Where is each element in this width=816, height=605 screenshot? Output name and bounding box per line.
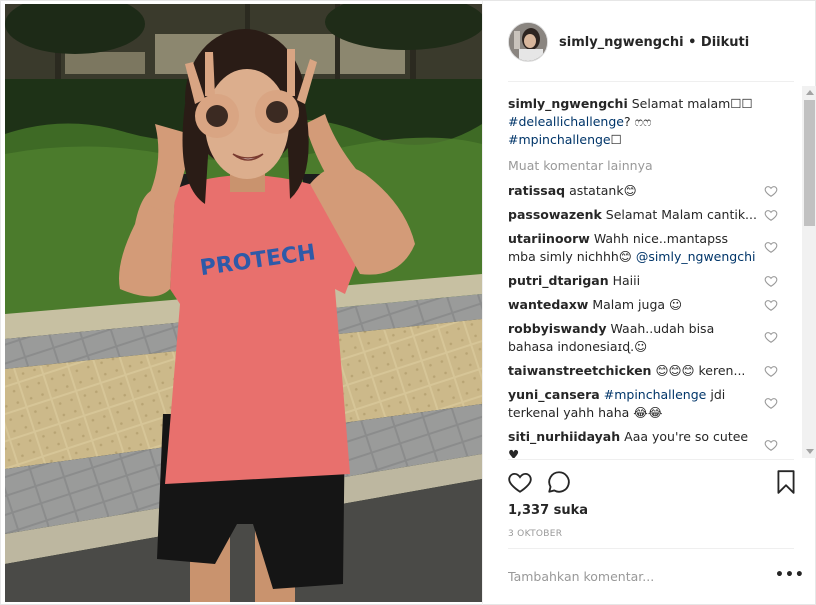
post-photo[interactable]: PROTECH bbox=[5, 4, 482, 602]
comment-username[interactable]: yuni_cansera bbox=[508, 387, 600, 402]
post-date[interactable]: 3 OKTOBER bbox=[508, 529, 562, 539]
comment-mention-link[interactable]: @simly_ngwengchi bbox=[636, 249, 756, 264]
comment-text: Malam juga ☺ bbox=[592, 297, 683, 312]
comment-row: passowazenk Selamat Malam cantik... bbox=[508, 206, 758, 224]
likes-count[interactable]: 1,337 suka bbox=[508, 503, 588, 518]
avatar[interactable] bbox=[508, 22, 548, 62]
action-bar bbox=[483, 461, 816, 501]
comment-text: astatank😊 bbox=[569, 183, 637, 198]
instagram-post: PROTECH simly_ngwengchi • Diikuti simly_… bbox=[0, 0, 816, 605]
caption-text-end: ☐ bbox=[610, 132, 622, 147]
comment-row: siti_nurhiidayah Aaa you're so cutee ♥ bbox=[508, 428, 758, 458]
header-user-line: simly_ngwengchi • Diikuti bbox=[559, 35, 749, 50]
comment-username[interactable]: putri_dtarigan bbox=[508, 273, 609, 288]
comment-username[interactable]: passowazenk bbox=[508, 207, 602, 222]
comment-row: utariinoorw Wahh nice..mantapss mba siml… bbox=[508, 230, 758, 266]
comment-row: ratissaq astatank😊 bbox=[508, 182, 758, 200]
scrollbar-thumb[interactable] bbox=[804, 100, 815, 226]
comment-heart-icon[interactable] bbox=[764, 438, 778, 452]
comment-icon[interactable] bbox=[546, 469, 572, 495]
header-username[interactable]: simly_ngwengchi bbox=[559, 35, 684, 50]
comment-text: Haiii bbox=[612, 273, 641, 288]
add-comment-input[interactable] bbox=[508, 567, 748, 585]
post-caption: simly_ngwengchi Selamat malam☐☐ #deleall… bbox=[508, 95, 763, 149]
comment-row: yuni_cansera #mpinchallenge jdi terkenal… bbox=[508, 386, 758, 422]
caption-hashtag-link[interactable]: #deleallichallenge bbox=[508, 114, 624, 129]
scroll-down-arrow-icon[interactable] bbox=[806, 449, 814, 454]
heart-icon[interactable] bbox=[507, 469, 533, 495]
comment-username[interactable]: ratissaq bbox=[508, 183, 565, 198]
comment-heart-icon[interactable] bbox=[764, 184, 778, 198]
comment-text: Selamat Malam cantik... bbox=[605, 207, 757, 222]
post-header: simly_ngwengchi • Diikuti bbox=[483, 1, 816, 81]
comment-heart-icon[interactable] bbox=[764, 330, 778, 344]
comment-text: 😊😊😊 keren... bbox=[655, 363, 746, 378]
comment-hashtag-link[interactable]: #mpinchallenge bbox=[604, 387, 707, 402]
load-more-comments-link[interactable]: Muat komentar lainnya bbox=[508, 158, 653, 173]
comment-heart-icon[interactable] bbox=[764, 364, 778, 378]
comment-heart-icon[interactable] bbox=[764, 274, 778, 288]
comment-box-divider bbox=[508, 548, 794, 549]
comment-username[interactable]: siti_nurhiidayah bbox=[508, 429, 620, 444]
more-options-icon[interactable]: ••• bbox=[775, 567, 805, 583]
comment-row: taiwanstreetchicken 😊😊😊 keren... bbox=[508, 362, 758, 380]
comment-username[interactable]: robbyiswandy bbox=[508, 321, 607, 336]
comment-heart-icon[interactable] bbox=[764, 240, 778, 254]
header-separator: • bbox=[688, 35, 697, 50]
comment-heart-icon[interactable] bbox=[764, 298, 778, 312]
comment-username[interactable]: wantedaxw bbox=[508, 297, 588, 312]
follow-status-button[interactable]: Diikuti bbox=[701, 35, 749, 50]
caption-text: Selamat malam☐☐ bbox=[631, 96, 753, 111]
comment-heart-icon[interactable] bbox=[764, 208, 778, 222]
comment-heart-icon[interactable] bbox=[764, 396, 778, 410]
caption-text-mid: ? ෆෆ bbox=[623, 114, 652, 129]
bookmark-icon[interactable] bbox=[773, 469, 799, 495]
caption-username[interactable]: simly_ngwengchi bbox=[508, 96, 628, 111]
comments-list[interactable]: simly_ngwengchi Selamat malam☐☐ #deleall… bbox=[483, 86, 816, 458]
caption-hashtag-link[interactable]: #mpinchallenge bbox=[508, 132, 611, 147]
post-sidebar: simly_ngwengchi • Diikuti simly_ngwengch… bbox=[482, 1, 816, 605]
header-divider bbox=[508, 81, 794, 82]
comment-row: robbyiswandy Waah..udah bisa bahasa indo… bbox=[508, 320, 758, 356]
actions-divider bbox=[508, 459, 794, 460]
comment-username[interactable]: taiwanstreetchicken bbox=[508, 363, 651, 378]
comment-row: wantedaxw Malam juga ☺ bbox=[508, 296, 758, 314]
comment-row: putri_dtarigan Haiii bbox=[508, 272, 758, 290]
scroll-up-arrow-icon[interactable] bbox=[806, 90, 814, 95]
comment-username[interactable]: utariinoorw bbox=[508, 231, 590, 246]
comments-scrollbar[interactable] bbox=[802, 86, 816, 458]
